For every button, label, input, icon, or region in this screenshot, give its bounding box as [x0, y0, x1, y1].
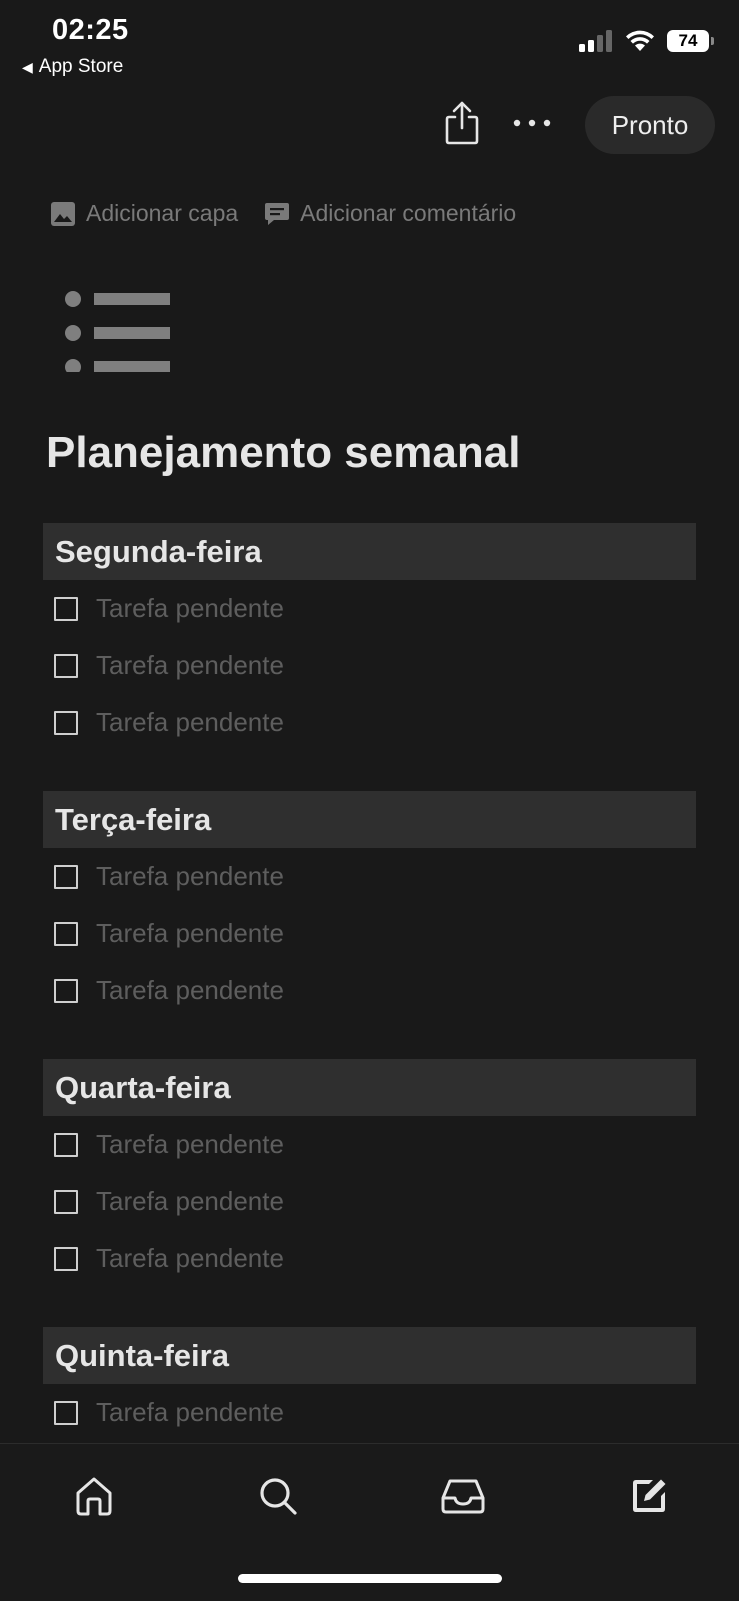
todo-checkbox[interactable]	[54, 1400, 78, 1425]
page-header-actions: Adicionar capa Adicionar comentário	[50, 200, 516, 227]
todo-label[interactable]: Tarefa pendente	[96, 861, 284, 892]
day-heading[interactable]: Segunda-feira	[43, 523, 696, 580]
day-heading[interactable]: Terça-feira	[43, 791, 696, 848]
todo-item[interactable]: Tarefa pendente	[43, 1173, 696, 1230]
todo-item[interactable]: Tarefa pendente	[43, 580, 696, 637]
todo-label[interactable]: Tarefa pendente	[96, 975, 284, 1006]
nav-inbox-button[interactable]	[437, 1470, 489, 1522]
todo-checkbox[interactable]	[54, 978, 78, 1003]
add-cover-button[interactable]: Adicionar capa	[50, 200, 238, 227]
done-button[interactable]: Pronto	[585, 96, 715, 154]
todo-checkbox[interactable]	[54, 921, 78, 946]
todo-checkbox[interactable]	[54, 1189, 78, 1214]
bottom-nav	[0, 1443, 739, 1601]
add-cover-label: Adicionar capa	[86, 200, 239, 226]
todo-item[interactable]: Tarefa pendente	[43, 1116, 696, 1173]
add-comment-button[interactable]: Adicionar comentário	[264, 200, 516, 227]
todo-item[interactable]: Tarefa pendente	[43, 1230, 696, 1287]
bulleted-list-icon	[65, 291, 170, 375]
todo-item[interactable]: Tarefa pendente	[43, 1384, 696, 1441]
home-indicator[interactable]	[238, 1574, 502, 1583]
nav-search-button[interactable]	[252, 1470, 304, 1522]
share-icon	[445, 101, 479, 145]
todo-checkbox[interactable]	[54, 1132, 78, 1157]
page-title[interactable]: Planejamento semanal	[46, 428, 520, 478]
nav-new-page-button[interactable]	[623, 1470, 675, 1522]
inbox-icon	[441, 1479, 485, 1514]
todo-checkbox[interactable]	[54, 653, 78, 678]
search-icon	[260, 1478, 297, 1515]
todo-label[interactable]: Tarefa pendente	[96, 1243, 284, 1274]
back-app-label: App Store	[38, 56, 124, 77]
new-page-icon	[633, 1479, 666, 1512]
home-icon	[76, 1477, 112, 1516]
todo-item[interactable]: Tarefa pendente	[43, 848, 696, 905]
day-heading[interactable]: Quarta-feira	[43, 1059, 696, 1116]
day-section-wednesday: Quarta-feira Tarefa pendente Tarefa pend…	[43, 1059, 696, 1287]
todo-checkbox[interactable]	[54, 596, 78, 621]
todo-label[interactable]: Tarefa pendente	[96, 1186, 284, 1217]
page-toolbar: Pronto	[0, 96, 739, 156]
system-icons: 74	[579, 30, 714, 52]
battery-indicator: 74	[667, 30, 714, 52]
day-section-monday: Segunda-feira Tarefa pendente Tarefa pen…	[43, 523, 696, 751]
back-to-app-store[interactable]: ◀ App Store	[22, 56, 123, 78]
day-section-tuesday: Terça-feira Tarefa pendente Tarefa pende…	[43, 791, 696, 1019]
image-icon	[51, 201, 75, 226]
status-time: 02:25	[52, 14, 129, 46]
more-options-button[interactable]	[510, 98, 554, 148]
todo-label[interactable]: Tarefa pendente	[96, 593, 284, 624]
todo-item[interactable]: Tarefa pendente	[43, 962, 696, 1019]
todo-checkbox[interactable]	[54, 864, 78, 889]
todo-item[interactable]: Tarefa pendente	[43, 905, 696, 962]
page-content: Segunda-feira Tarefa pendente Tarefa pen…	[43, 523, 696, 1481]
todo-label[interactable]: Tarefa pendente	[96, 650, 284, 681]
add-comment-label: Adicionar comentário	[300, 200, 517, 226]
wifi-icon	[626, 30, 654, 51]
comment-icon	[265, 202, 290, 225]
cellular-signal-icon	[579, 30, 612, 52]
back-triangle-icon: ◀	[22, 58, 33, 75]
nav-home-button[interactable]	[68, 1470, 120, 1522]
todo-label[interactable]: Tarefa pendente	[96, 918, 284, 949]
share-button[interactable]	[440, 98, 484, 148]
todo-item[interactable]: Tarefa pendente	[43, 694, 696, 751]
todo-label[interactable]: Tarefa pendente	[96, 1397, 284, 1428]
day-section-thursday: Quinta-feira Tarefa pendente	[43, 1327, 696, 1441]
more-icon	[513, 119, 551, 127]
todo-label[interactable]: Tarefa pendente	[96, 707, 284, 738]
todo-label[interactable]: Tarefa pendente	[96, 1129, 284, 1160]
todo-checkbox[interactable]	[54, 710, 78, 735]
todo-checkbox[interactable]	[54, 1246, 78, 1271]
page-icon[interactable]	[64, 290, 174, 375]
todo-item[interactable]: Tarefa pendente	[43, 637, 696, 694]
status-bar: 02:25 ◀ App Store 74	[0, 0, 739, 90]
day-heading[interactable]: Quinta-feira	[43, 1327, 696, 1384]
